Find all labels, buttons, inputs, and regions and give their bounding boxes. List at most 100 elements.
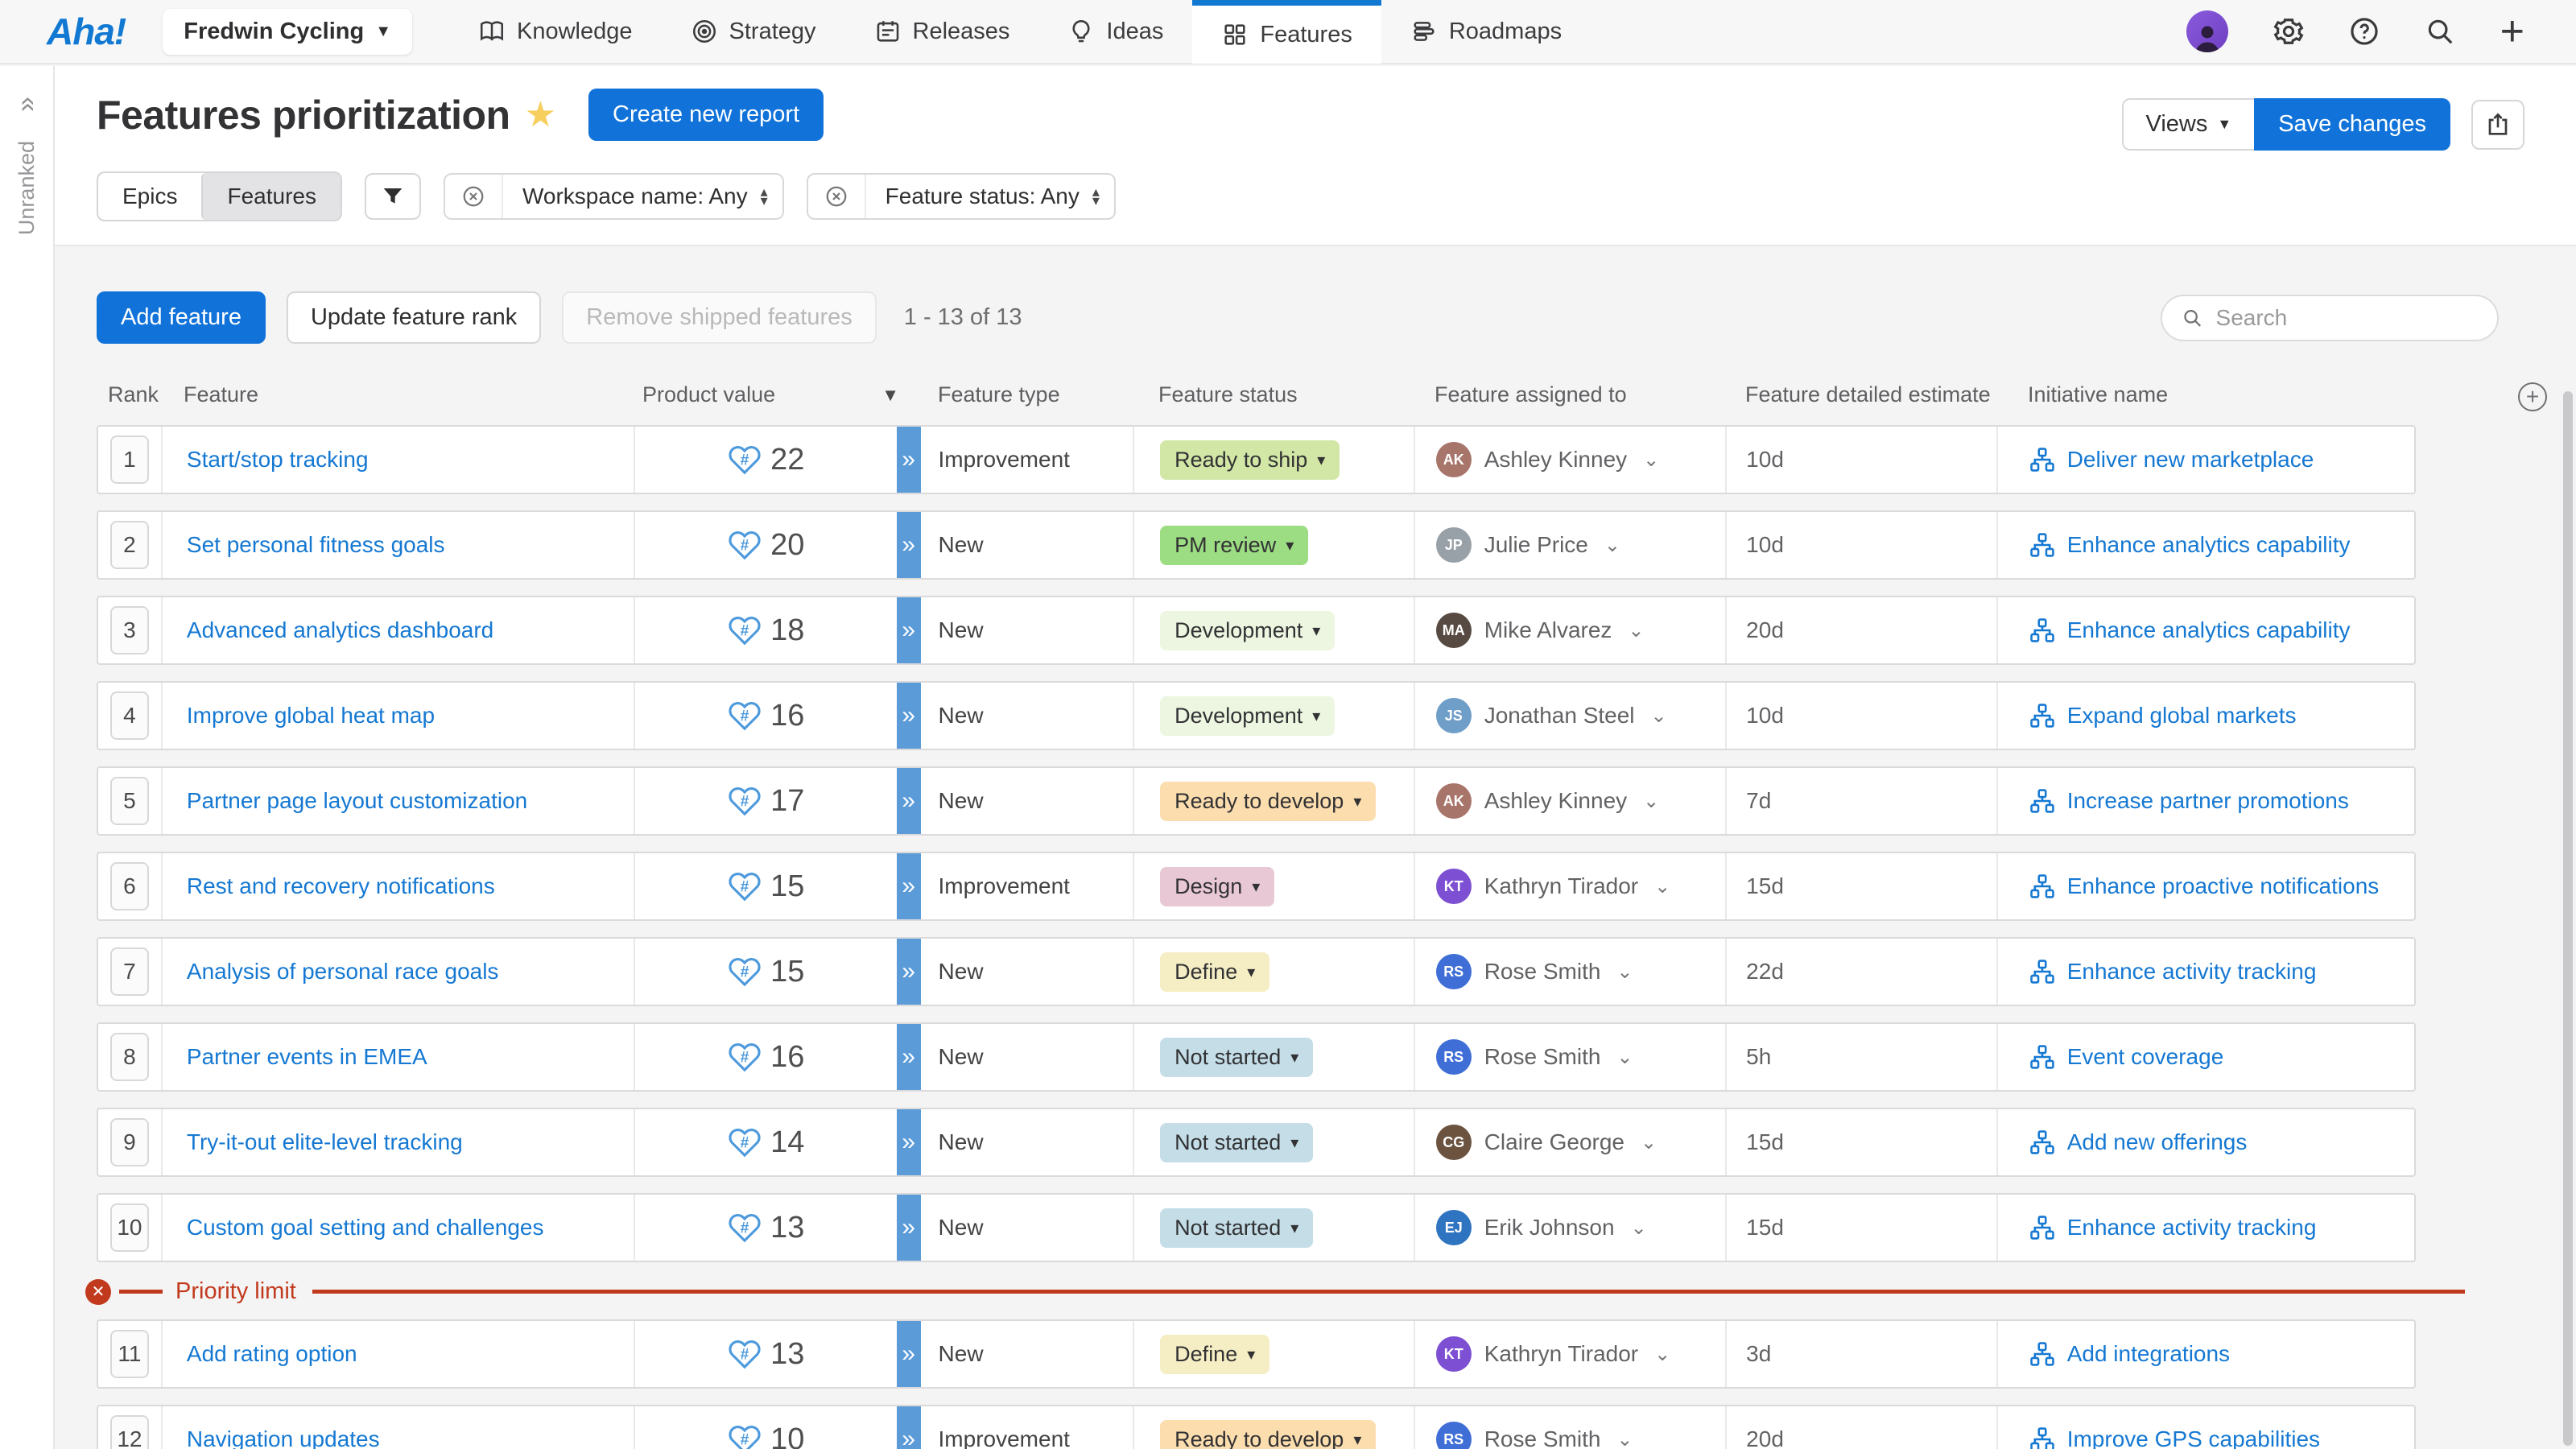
views-dropdown[interactable]: Views ▼ [2122,98,2255,151]
status-badge[interactable]: PM review▾ [1160,526,1308,565]
update-feature-rank-button[interactable]: Update feature rank [287,291,541,344]
status-badge[interactable]: Define▾ [1160,1335,1269,1374]
status-badge[interactable]: Ready to develop▾ [1160,1420,1376,1449]
promote-feature-handle[interactable]: » [897,768,921,834]
priority-limit-icon[interactable]: ✕ [85,1279,111,1305]
nav-item-features[interactable]: Features [1192,0,1381,64]
column-header-product-value[interactable]: Product value ▼ [633,382,920,407]
column-header-feature-type[interactable]: Feature type [920,382,1133,407]
promote-feature-handle[interactable]: » [897,853,921,919]
add-icon[interactable]: + [2500,10,2524,52]
workspace-filter-pill[interactable]: Workspace name: Any ▴▾ [444,173,784,220]
initiative-link[interactable]: Enhance proactive notifications [2067,873,2380,899]
assignee-cell[interactable]: EJ Erik Johnson ⌄ [1414,1195,1725,1261]
feature-link[interactable]: Analysis of personal race goals [187,959,499,985]
promote-feature-handle[interactable]: » [897,1406,921,1449]
rank-drag-handle[interactable]: 3 [110,606,149,654]
assignee-cell[interactable]: RS Rose Smith ⌄ [1414,1024,1725,1090]
rank-drag-handle[interactable]: 7 [110,947,149,996]
expand-panel-icon[interactable]: » [11,78,43,131]
product-value-cell[interactable]: # 18 [634,597,897,663]
table-search[interactable] [2161,295,2499,341]
product-value-cell[interactable]: # 13 [634,1195,897,1261]
initiative-link[interactable]: Improve GPS capabilities [2067,1426,2320,1449]
assignee-cell[interactable]: AK Ashley Kinney ⌄ [1414,427,1725,493]
assignee-cell[interactable]: JP Julie Price ⌄ [1414,512,1725,578]
status-badge[interactable]: Development▾ [1160,696,1335,736]
feature-link[interactable]: Start/stop tracking [187,447,369,473]
promote-feature-handle[interactable]: » [897,512,921,578]
initiative-link[interactable]: Add new offerings [2067,1129,2248,1155]
promote-feature-handle[interactable]: » [897,1109,921,1175]
rank-drag-handle[interactable]: 8 [110,1033,149,1081]
column-header-initiative[interactable]: Initiative name [1997,382,2416,407]
initiative-link[interactable]: Expand global markets [2067,703,2297,729]
rank-drag-handle[interactable]: 6 [110,862,149,910]
nav-item-releases[interactable]: Releases [845,0,1039,64]
rank-drag-handle[interactable]: 11 [110,1330,149,1378]
favorite-star-icon[interactable]: ★ [525,94,556,135]
promote-feature-handle[interactable]: » [897,427,921,493]
user-avatar[interactable] [2186,10,2228,52]
feature-link[interactable]: Partner events in EMEA [187,1044,427,1070]
filter-button[interactable] [365,173,421,220]
promote-feature-handle[interactable]: » [897,1024,921,1090]
rank-drag-handle[interactable]: 1 [110,436,149,484]
assignee-cell[interactable]: RS Rose Smith ⌄ [1414,939,1725,1005]
assignee-cell[interactable]: JS Jonathan Steel ⌄ [1414,683,1725,749]
product-value-cell[interactable]: # 20 [634,512,897,578]
nav-item-knowledge[interactable]: Knowledge [449,0,662,64]
product-value-cell[interactable]: # 17 [634,768,897,834]
help-icon[interactable] [2349,16,2380,47]
initiative-link[interactable]: Enhance activity tracking [2067,959,2317,985]
remove-filter-icon[interactable] [445,175,503,218]
workspace-selector[interactable]: Fredwin Cycling ▼ [163,9,412,55]
remove-filter-icon[interactable] [808,175,866,218]
assignee-cell[interactable]: CG Claire George ⌄ [1414,1109,1725,1175]
feature-link[interactable]: Custom goal setting and challenges [187,1215,544,1241]
assignee-cell[interactable]: KT Kathryn Tirador ⌄ [1414,1321,1725,1387]
status-badge[interactable]: Development▾ [1160,611,1335,650]
search-input[interactable] [2216,305,2478,331]
column-header-feature-status[interactable]: Feature status [1133,382,1414,407]
initiative-link[interactable]: Enhance analytics capability [2067,617,2351,643]
promote-feature-handle[interactable]: » [897,939,921,1005]
rank-drag-handle[interactable]: 2 [110,521,149,569]
status-badge[interactable]: Not started▾ [1160,1038,1313,1077]
product-value-cell[interactable]: # 16 [634,683,897,749]
initiative-link[interactable]: Add integrations [2067,1341,2230,1367]
initiative-link[interactable]: Enhance activity tracking [2067,1215,2317,1241]
add-feature-button[interactable]: Add feature [97,291,266,344]
product-value-cell[interactable]: # 16 [634,1024,897,1090]
feature-link[interactable]: Navigation updates [187,1426,380,1449]
assignee-cell[interactable]: RS Rose Smith ⌄ [1414,1406,1725,1449]
feature-link[interactable]: Partner page layout customization [187,788,527,814]
rank-drag-handle[interactable]: 10 [110,1203,149,1252]
status-badge[interactable]: Design▾ [1160,867,1274,906]
product-value-cell[interactable]: # 14 [634,1109,897,1175]
promote-feature-handle[interactable]: » [897,683,921,749]
nav-item-roadmaps[interactable]: Roadmaps [1381,0,1591,64]
promote-feature-handle[interactable]: » [897,1195,921,1261]
assignee-cell[interactable]: MA Mike Alvarez ⌄ [1414,597,1725,663]
product-value-cell[interactable]: # 22 [634,427,897,493]
rank-drag-handle[interactable]: 5 [110,777,149,825]
create-new-report-button[interactable]: Create new report [588,89,824,141]
rank-drag-handle[interactable]: 12 [110,1415,149,1449]
product-value-cell[interactable]: # 13 [634,1321,897,1387]
status-badge[interactable]: Define▾ [1160,952,1269,992]
add-column-button[interactable]: + [2518,382,2547,411]
rank-drag-handle[interactable]: 9 [110,1118,149,1166]
product-value-cell[interactable]: # 15 [634,939,897,1005]
rank-drag-handle[interactable]: 4 [110,691,149,740]
features-tab[interactable]: Features [201,173,341,220]
save-changes-button[interactable]: Save changes [2254,98,2450,151]
assignee-cell[interactable]: AK Ashley Kinney ⌄ [1414,768,1725,834]
status-filter-pill[interactable]: Feature status: Any ▴▾ [807,173,1116,220]
initiative-link[interactable]: Event coverage [2067,1044,2224,1070]
feature-link[interactable]: Set personal fitness goals [187,532,445,558]
product-value-cell[interactable]: # 15 [634,853,897,919]
feature-link[interactable]: Improve global heat map [187,703,435,729]
promote-feature-handle[interactable]: » [897,597,921,663]
column-header-feature[interactable]: Feature [159,382,633,407]
